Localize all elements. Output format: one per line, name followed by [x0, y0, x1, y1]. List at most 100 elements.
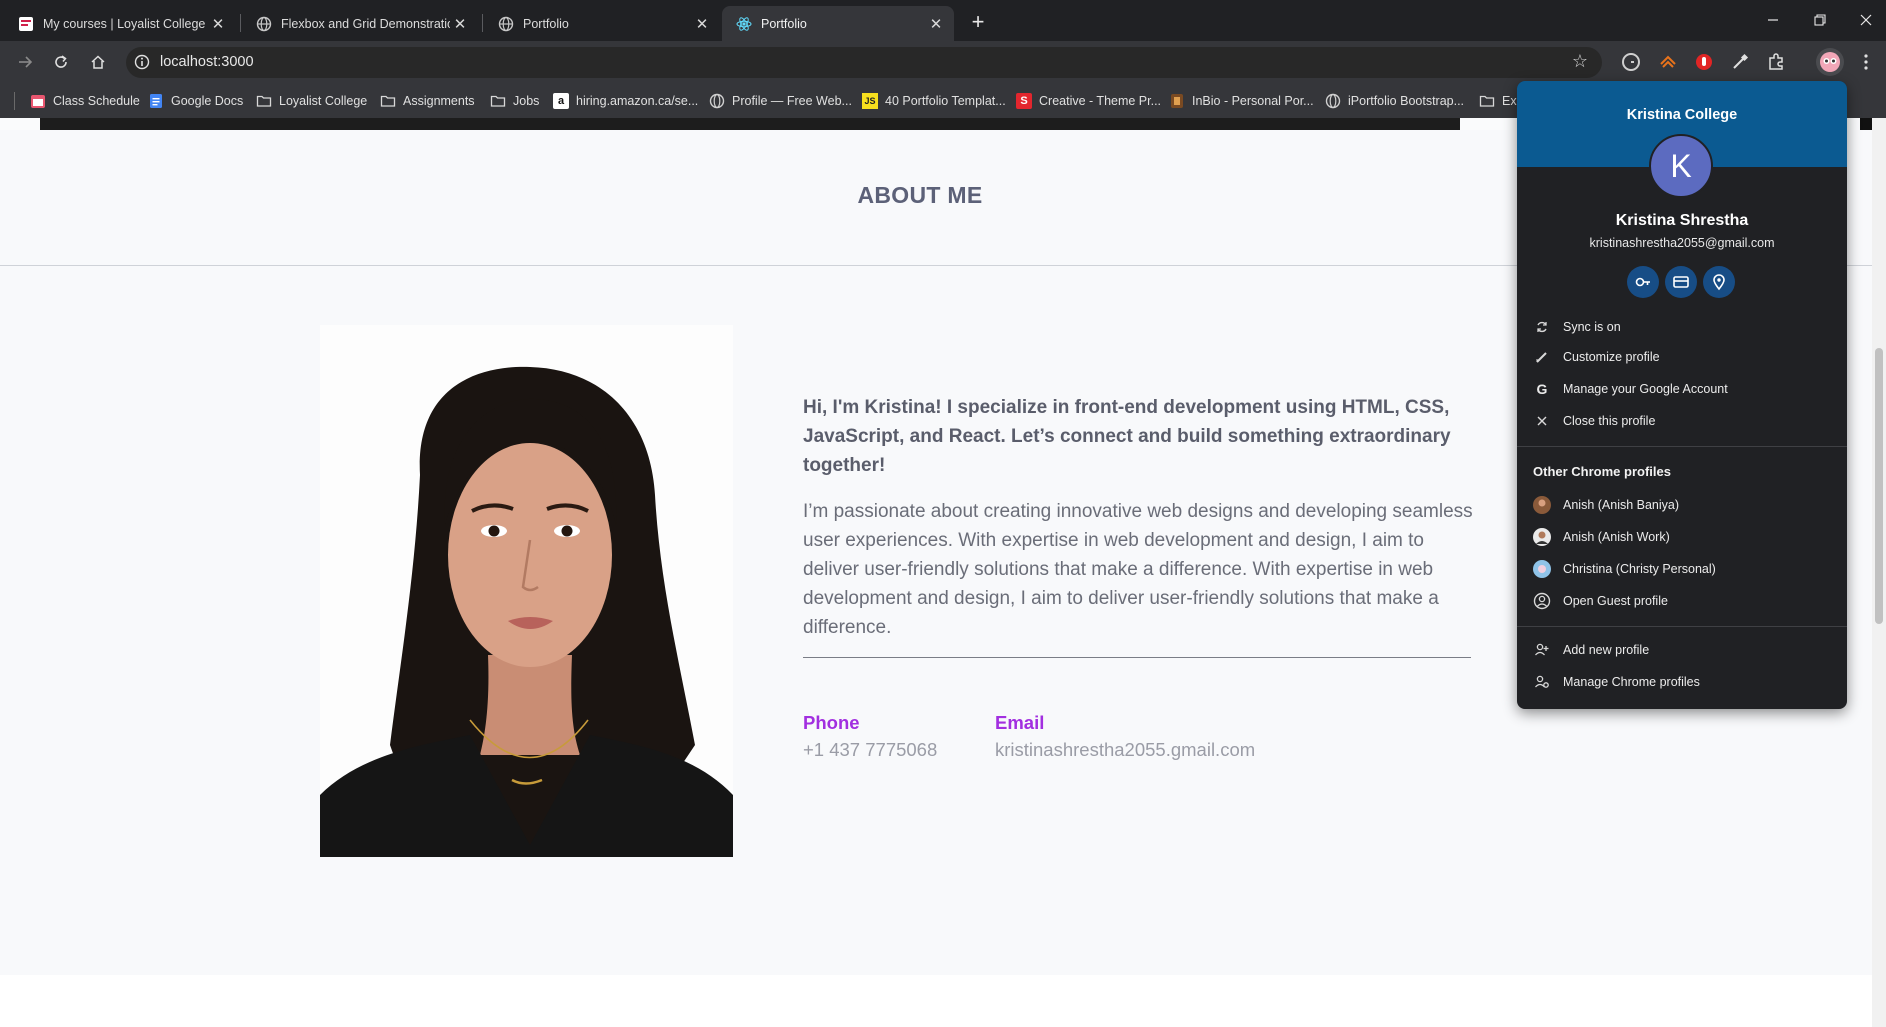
- profile-name: Kristina Shrestha: [1615, 212, 1749, 229]
- restore-icon[interactable]: [1805, 8, 1835, 32]
- avatar: [1533, 560, 1551, 578]
- profile-anish-work[interactable]: Anish (Anish Work): [1517, 523, 1847, 551]
- bookmark-jobs[interactable]: Jobs: [490, 91, 539, 111]
- amazon-icon: a: [553, 93, 569, 109]
- menu-manage-chrome-profiles[interactable]: Manage Chrome profiles: [1517, 668, 1847, 696]
- menu-item-label: Customize profile: [1563, 350, 1660, 364]
- url-text[interactable]: localhost:3000: [160, 54, 254, 70]
- extensions-puzzle-icon[interactable]: [1765, 51, 1787, 73]
- menu-item-label: Anish (Anish Work): [1563, 530, 1670, 544]
- location-pin-icon[interactable]: [1703, 266, 1735, 298]
- guest-profile-icon: [1533, 592, 1551, 610]
- bookmark-loyalist-college[interactable]: Loyalist College: [256, 91, 367, 111]
- about-body: I’m passionate about creating innovative…: [803, 501, 1473, 638]
- tab-my-courses[interactable]: My courses | Loyalist College In ✕: [4, 6, 236, 41]
- divider: [803, 657, 1471, 658]
- minimize-icon[interactable]: [1758, 8, 1788, 32]
- profile-avatar: K: [1649, 134, 1713, 198]
- browser-toolbar: localhost:3000 ☆: [0, 41, 1886, 83]
- window-close-icon[interactable]: [1851, 8, 1881, 32]
- address-bar[interactable]: localhost:3000 ☆: [126, 47, 1602, 78]
- key-icon[interactable]: [1627, 266, 1659, 298]
- menu-add-new-profile[interactable]: Add new profile: [1517, 636, 1847, 664]
- profile-christina[interactable]: Christina (Christy Personal): [1517, 555, 1847, 583]
- bookmark-divider: [14, 92, 15, 110]
- kebab-menu-icon[interactable]: [1855, 51, 1877, 73]
- hero-image-edge: [40, 118, 1460, 130]
- tab-portfolio-active[interactable]: Portfolio ✕: [722, 6, 954, 41]
- bookmark-star-icon[interactable]: ☆: [1572, 51, 1588, 72]
- inbio-icon: [1169, 93, 1185, 109]
- extension-hand-icon[interactable]: [1693, 51, 1715, 73]
- react-icon: [736, 16, 752, 32]
- bookmark-amazon-hiring[interactable]: a hiring.amazon.ca/se...: [553, 91, 698, 111]
- new-tab-button[interactable]: +: [964, 8, 992, 36]
- menu-item-label: Open Guest profile: [1563, 594, 1668, 608]
- bookmark-label: Assignments: [403, 94, 475, 108]
- forward-arrow-icon[interactable]: [12, 49, 38, 75]
- tab-flexbox-grid[interactable]: Flexbox and Grid Demonstratio ✕: [242, 6, 478, 41]
- menu-item-label: Manage Chrome profiles: [1563, 675, 1700, 689]
- tab-divider: [482, 14, 483, 32]
- close-icon: [1533, 412, 1551, 430]
- add-person-icon: [1533, 641, 1551, 659]
- bookmark-inbio[interactable]: InBio - Personal Por...: [1169, 91, 1314, 111]
- menu-close-profile[interactable]: Close this profile: [1517, 407, 1847, 435]
- manage-people-icon: [1533, 673, 1551, 691]
- tab-title: My courses | Loyalist College In: [43, 16, 208, 31]
- docs-icon: [148, 93, 164, 109]
- tab-title: Portfolio: [523, 16, 569, 31]
- close-tab-icon[interactable]: ✕: [450, 14, 470, 34]
- extension-wave-icon[interactable]: [1657, 51, 1679, 73]
- bookmark-label: Google Docs: [171, 94, 244, 108]
- close-tab-icon[interactable]: ✕: [926, 14, 946, 34]
- home-icon[interactable]: [85, 49, 111, 75]
- profile-menu: Kristina College K Kristina Shrestha kri…: [1517, 81, 1847, 709]
- menu-sync[interactable]: Sync is on: [1517, 313, 1847, 341]
- avatar: [1533, 528, 1551, 546]
- bookmark-label: InBio - Personal Por...: [1192, 94, 1314, 108]
- bookmark-label: hiring.amazon.ca/se...: [576, 94, 699, 108]
- bookmark-label: Creative - Theme Pr...: [1039, 94, 1162, 108]
- profile-anish-baniya[interactable]: Anish (Anish Baniya): [1517, 491, 1847, 519]
- menu-item-label: Sync is on: [1563, 320, 1621, 334]
- menu-customize-profile[interactable]: Customize profile: [1517, 343, 1847, 371]
- bookmark-creative-theme[interactable]: S Creative - Theme Pr...: [1016, 91, 1161, 111]
- bookmark-google-docs[interactable]: Google Docs: [148, 91, 243, 111]
- other-profiles-heading: Other Chrome profiles: [1533, 464, 1671, 479]
- tab-portfolio[interactable]: Portfolio ✕: [484, 6, 720, 41]
- bookmark-label: 40 Portfolio Templat...: [885, 94, 1006, 108]
- menu-item-label: Add new profile: [1563, 643, 1650, 657]
- email-value: kristinashrestha2055.gmail.com: [995, 739, 1256, 760]
- card-icon[interactable]: [1665, 266, 1697, 298]
- bookmark-portfolio-templates[interactable]: JS 40 Portfolio Templat...: [862, 91, 1006, 111]
- next-section: [0, 975, 1872, 1027]
- phone-label: Phone: [803, 712, 860, 733]
- hero-image-edge-right: [1860, 118, 1872, 130]
- close-tab-icon[interactable]: ✕: [208, 14, 228, 34]
- globe-icon: [709, 93, 725, 109]
- tab-divider: [240, 14, 241, 32]
- reload-icon[interactable]: [48, 49, 74, 75]
- profile-guest[interactable]: Open Guest profile: [1517, 587, 1847, 615]
- site-info-icon[interactable]: [134, 54, 150, 75]
- globe-icon: [1325, 93, 1341, 109]
- bookmark-iportfolio[interactable]: iPortfolio Bootstrap...: [1325, 91, 1464, 111]
- folder-icon: [380, 93, 396, 109]
- about-intro: Hi, I'm Kristina! I specialize in front-…: [803, 397, 1451, 476]
- profile-org-name: Kristina College: [1626, 107, 1738, 123]
- folder-icon: [256, 93, 272, 109]
- folder-icon: [490, 93, 506, 109]
- bookmark-assignments[interactable]: Assignments: [380, 91, 475, 111]
- bookmark-profile-free-web[interactable]: Profile — Free Web...: [709, 91, 852, 111]
- grammarly-icon[interactable]: [1620, 51, 1642, 73]
- tab-title: Portfolio: [761, 16, 807, 31]
- close-tab-icon[interactable]: ✕: [692, 14, 712, 34]
- menu-manage-google-account[interactable]: G Manage your Google Account: [1517, 375, 1847, 403]
- color-picker-icon[interactable]: [1729, 51, 1751, 73]
- profile-avatar-button[interactable]: [1816, 48, 1844, 76]
- bookmark-label: iPortfolio Bootstrap...: [1348, 94, 1465, 108]
- bookmark-ex-folder[interactable]: Ex: [1479, 91, 1517, 111]
- bookmark-class-schedule[interactable]: Class Schedule: [30, 91, 140, 111]
- scrollbar-thumb[interactable]: [1875, 348, 1883, 624]
